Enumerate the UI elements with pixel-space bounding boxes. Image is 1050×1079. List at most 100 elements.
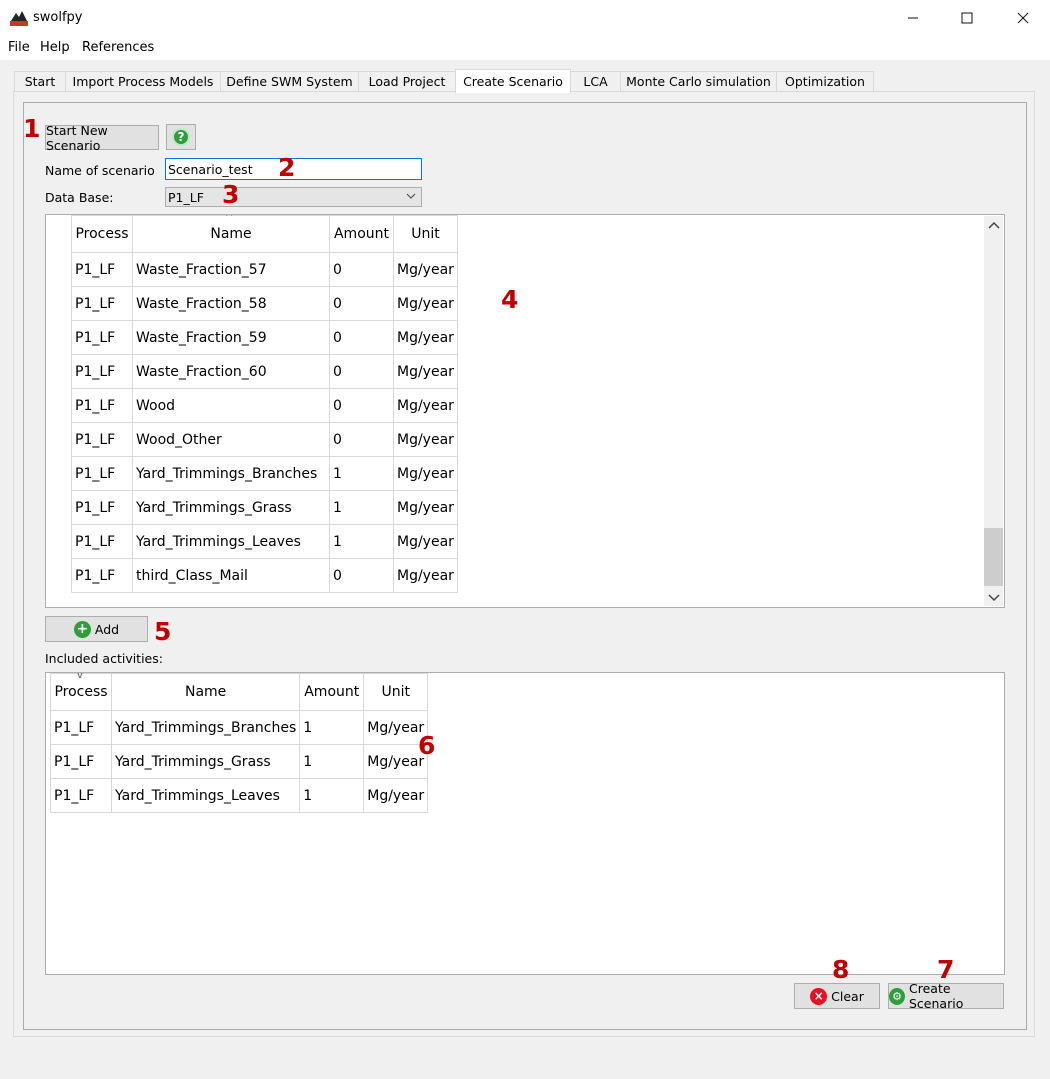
- cell-name[interactable]: Waste_Fraction_58: [132, 286, 330, 321]
- marker-6: 6: [418, 731, 436, 760]
- table-row[interactable]: P1_LF Wood 0 Mg/year: [71, 388, 458, 423]
- help-button[interactable]: ?: [166, 124, 196, 150]
- activities-table[interactable]: Process ^ Name Amount Unit P1_LF Waste_Fr…: [45, 214, 1005, 608]
- scroll-up-icon[interactable]: [988, 219, 1000, 233]
- header-name[interactable]: ^ Name: [132, 215, 330, 253]
- header-amount[interactable]: Amount: [329, 215, 394, 253]
- cell-amount[interactable]: 1: [329, 524, 394, 559]
- header-process[interactable]: v Process: [50, 673, 112, 711]
- cell-unit[interactable]: Mg/year: [393, 558, 458, 593]
- cell-unit[interactable]: Mg/year: [393, 422, 458, 457]
- cell-unit[interactable]: Mg/year: [393, 524, 458, 559]
- cell-name[interactable]: Waste_Fraction_59: [132, 320, 330, 355]
- database-select[interactable]: P1_LF: [165, 187, 422, 207]
- cell-amount[interactable]: 1: [299, 710, 365, 745]
- scroll-thumb[interactable]: [984, 528, 1003, 586]
- marker-3: 3: [222, 180, 240, 209]
- scroll-down-icon[interactable]: [988, 592, 1000, 606]
- cell-process[interactable]: P1_LF: [71, 354, 133, 389]
- tab-create-scenario[interactable]: Create Scenario: [455, 69, 571, 93]
- header-unit[interactable]: Unit: [393, 215, 458, 253]
- table-row[interactable]: P1_LF Yard_Trimmings_Grass 1 Mg/year: [71, 490, 458, 525]
- tab-lca[interactable]: LCA: [570, 71, 621, 91]
- add-button[interactable]: + Add: [45, 616, 148, 642]
- cell-unit[interactable]: Mg/year: [393, 456, 458, 491]
- header-unit[interactable]: Unit: [363, 673, 429, 711]
- clear-button[interactable]: × Clear: [794, 983, 880, 1009]
- header-name[interactable]: Name: [110, 673, 301, 711]
- cell-unit[interactable]: Mg/year: [393, 286, 458, 321]
- table-row[interactable]: P1_LF Yard_Trimmings_Leaves 1 Mg/year: [71, 524, 458, 559]
- included-activities-table[interactable]: v Process Name Amount Unit P1_LF Yard_Tri…: [45, 672, 1005, 975]
- cell-process[interactable]: P1_LF: [50, 744, 112, 779]
- menu-file[interactable]: File: [8, 40, 30, 55]
- cell-name[interactable]: Waste_Fraction_57: [132, 252, 330, 287]
- cell-amount[interactable]: 0: [329, 286, 394, 321]
- tab-define-swm-system[interactable]: Define SWM System: [220, 71, 359, 91]
- cell-name[interactable]: Wood_Other: [132, 422, 330, 457]
- cell-process[interactable]: P1_LF: [71, 252, 133, 287]
- maximize-icon[interactable]: [944, 0, 990, 36]
- cell-process[interactable]: P1_LF: [71, 490, 133, 525]
- table-row[interactable]: P1_LF Yard_Trimmings_Branches 1 Mg/year: [50, 710, 429, 745]
- cell-unit[interactable]: Mg/year: [393, 354, 458, 389]
- cell-process[interactable]: P1_LF: [71, 456, 133, 491]
- table-row[interactable]: P1_LF third_Class_Mail 0 Mg/year: [71, 558, 458, 593]
- cell-name[interactable]: Wood: [132, 388, 330, 423]
- cell-process[interactable]: P1_LF: [71, 422, 133, 457]
- close-icon[interactable]: [1000, 0, 1046, 36]
- cell-amount[interactable]: 1: [329, 456, 394, 491]
- table-row[interactable]: P1_LF Waste_Fraction_57 0 Mg/year: [71, 252, 458, 287]
- cell-name[interactable]: Yard_Trimmings_Leaves: [110, 778, 301, 813]
- tab-import-process-models[interactable]: Import Process Models: [65, 71, 221, 91]
- cell-process[interactable]: P1_LF: [71, 558, 133, 593]
- table-row[interactable]: P1_LF Waste_Fraction_60 0 Mg/year: [71, 354, 458, 389]
- cell-amount[interactable]: 1: [299, 778, 365, 813]
- table-row[interactable]: P1_LF Yard_Trimmings_Grass 1 Mg/year: [50, 744, 429, 779]
- cell-amount[interactable]: 0: [329, 558, 394, 593]
- menu-references[interactable]: References: [82, 40, 154, 55]
- cell-amount[interactable]: 0: [329, 388, 394, 423]
- cell-amount[interactable]: 1: [299, 744, 365, 779]
- cell-unit[interactable]: Mg/year: [393, 388, 458, 423]
- create-scenario-button[interactable]: ⚙ Create Scenario: [888, 981, 1004, 1011]
- cell-unit[interactable]: Mg/year: [393, 252, 458, 287]
- cell-process[interactable]: P1_LF: [71, 286, 133, 321]
- cell-process[interactable]: P1_LF: [71, 524, 133, 559]
- cell-name[interactable]: Yard_Trimmings_Branches: [110, 710, 301, 745]
- cell-name[interactable]: Yard_Trimmings_Grass: [110, 744, 301, 779]
- cell-amount[interactable]: 0: [329, 422, 394, 457]
- start-new-scenario-button[interactable]: Start New Scenario: [45, 123, 159, 153]
- table-row[interactable]: P1_LF Wood_Other 0 Mg/year: [71, 422, 458, 457]
- header-process-label: Process: [54, 684, 108, 700]
- tab-start[interactable]: Start: [14, 71, 66, 91]
- cell-amount[interactable]: 0: [329, 252, 394, 287]
- menu-help[interactable]: Help: [40, 40, 70, 55]
- cell-amount[interactable]: 0: [329, 354, 394, 389]
- tab-load-project[interactable]: Load Project: [358, 71, 456, 91]
- cell-name[interactable]: Yard_Trimmings_Leaves: [132, 524, 330, 559]
- header-amount[interactable]: Amount: [299, 673, 365, 711]
- table-row[interactable]: P1_LF Yard_Trimmings_Branches 1 Mg/year: [71, 456, 458, 491]
- cell-process[interactable]: P1_LF: [71, 388, 133, 423]
- cell-name[interactable]: third_Class_Mail: [132, 558, 330, 593]
- tab-optimization[interactable]: Optimization: [776, 71, 874, 91]
- table-row[interactable]: P1_LF Waste_Fraction_59 0 Mg/year: [71, 320, 458, 355]
- cell-process[interactable]: P1_LF: [50, 778, 112, 813]
- cell-unit[interactable]: Mg/year: [393, 490, 458, 525]
- cell-process[interactable]: P1_LF: [50, 710, 112, 745]
- database-value: P1_LF: [168, 190, 204, 205]
- cell-amount[interactable]: 1: [329, 490, 394, 525]
- cell-name[interactable]: Waste_Fraction_60: [132, 354, 330, 389]
- table-row[interactable]: P1_LF Waste_Fraction_58 0 Mg/year: [71, 286, 458, 321]
- table-row[interactable]: P1_LF Yard_Trimmings_Leaves 1 Mg/year: [50, 778, 429, 813]
- minimize-icon[interactable]: [890, 0, 936, 36]
- cell-process[interactable]: P1_LF: [71, 320, 133, 355]
- tab-monte-carlo[interactable]: Monte Carlo simulation: [620, 71, 777, 91]
- cell-unit[interactable]: Mg/year: [393, 320, 458, 355]
- cell-name[interactable]: Yard_Trimmings_Branches: [132, 456, 330, 491]
- cell-unit[interactable]: Mg/year: [363, 778, 429, 813]
- header-process[interactable]: Process: [71, 215, 133, 253]
- cell-amount[interactable]: 0: [329, 320, 394, 355]
- cell-name[interactable]: Yard_Trimmings_Grass: [132, 490, 330, 525]
